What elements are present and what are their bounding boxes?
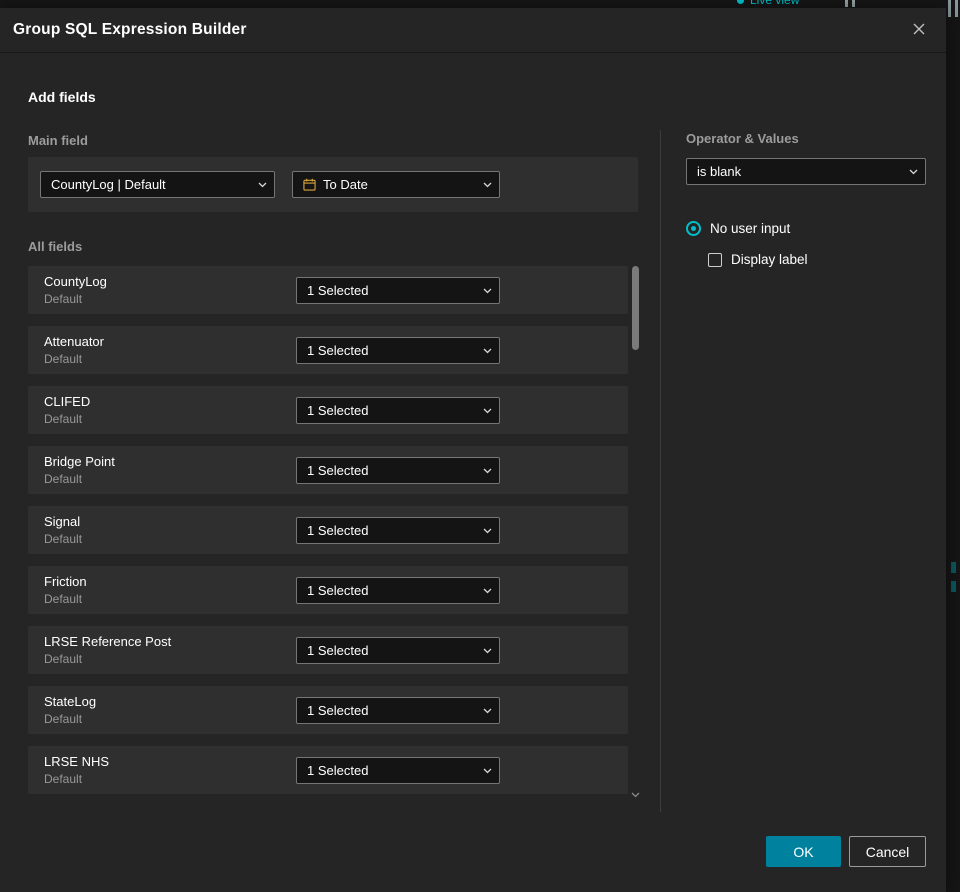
field-name: LRSE Reference Post — [44, 634, 172, 649]
field-values-select[interactable]: 1 Selected — [296, 397, 500, 424]
field-subtitle: Default — [44, 652, 83, 666]
scroll-down-icon[interactable] — [631, 792, 640, 798]
field-values-select[interactable]: 1 Selected — [296, 757, 500, 784]
chevron-down-icon — [483, 182, 492, 188]
chevron-down-icon — [483, 768, 492, 774]
field-values-select-value: 1 Selected — [307, 463, 369, 478]
operator-select[interactable]: is blank — [686, 158, 926, 185]
main-field-select-value: CountyLog | Default — [51, 177, 166, 192]
field-name: Attenuator — [44, 334, 104, 349]
field-row: LRSE Reference Post Default 1 Selected — [28, 626, 628, 674]
date-field-select-value: To Date — [323, 177, 368, 192]
field-subtitle: Default — [44, 712, 83, 726]
field-values-select[interactable]: 1 Selected — [296, 637, 500, 664]
field-row: CLIFED Default 1 Selected — [28, 386, 628, 434]
field-name: LRSE NHS — [44, 754, 110, 769]
column-divider — [660, 130, 661, 812]
field-subtitle: Default — [44, 292, 83, 306]
operator-select-value: is blank — [697, 164, 742, 179]
field-subtitle: Default — [44, 472, 83, 486]
field-name: Bridge Point — [44, 454, 115, 469]
field-values-select-value: 1 Selected — [307, 523, 369, 538]
background-fragment — [951, 562, 956, 573]
field-values-select[interactable]: 1 Selected — [296, 517, 500, 544]
field-values-select-value: 1 Selected — [307, 763, 369, 778]
field-values-select-value: 1 Selected — [307, 643, 369, 658]
field-row: StateLog Default 1 Selected — [28, 686, 628, 734]
field-row: CountyLog Default 1 Selected — [28, 266, 628, 314]
field-name: Signal — [44, 514, 81, 529]
field-name: StateLog — [44, 694, 97, 709]
field-subtitle: Default — [44, 352, 83, 366]
operator-values-label: Operator & Values — [686, 131, 799, 146]
all-fields-label: All fields — [28, 239, 83, 254]
chevron-down-icon — [483, 528, 492, 534]
list-scrollbar[interactable] — [631, 264, 640, 804]
field-row: Bridge Point Default 1 Selected — [28, 446, 628, 494]
pause-icon — [845, 0, 855, 7]
field-subtitle: Default — [44, 772, 83, 786]
display-label-checkbox[interactable]: Display label — [708, 252, 808, 267]
scrollbar-thumb[interactable] — [632, 266, 639, 350]
add-fields-title: Add fields — [28, 89, 96, 105]
chevron-down-icon — [483, 288, 492, 294]
chevron-down-icon — [483, 468, 492, 474]
main-field-label: Main field — [28, 133, 88, 148]
field-name: CountyLog — [44, 274, 107, 289]
radio-label: No user input — [710, 221, 791, 236]
field-row: Friction Default 1 Selected — [28, 566, 628, 614]
field-values-select-value: 1 Selected — [307, 583, 369, 598]
ok-button[interactable]: OK — [766, 836, 841, 867]
field-row: Signal Default 1 Selected — [28, 506, 628, 554]
field-values-select[interactable]: 1 Selected — [296, 577, 500, 604]
calendar-icon — [303, 178, 316, 191]
field-values-select-value: 1 Selected — [307, 403, 369, 418]
field-subtitle: Default — [44, 412, 83, 426]
chevron-down-icon — [483, 648, 492, 654]
checkbox-label: Display label — [731, 252, 808, 267]
chevron-down-icon — [483, 588, 492, 594]
background-fragment — [951, 581, 956, 592]
field-values-select[interactable]: 1 Selected — [296, 457, 500, 484]
field-values-select[interactable]: 1 Selected — [296, 697, 500, 724]
dialog-header: Group SQL Expression Builder — [0, 8, 946, 53]
chevron-down-icon — [483, 408, 492, 414]
live-view-label: Live view — [750, 0, 800, 7]
field-values-select[interactable]: 1 Selected — [296, 337, 500, 364]
live-view-indicator: Live view — [737, 0, 799, 7]
chevron-down-icon — [483, 348, 492, 354]
field-values-select-value: 1 Selected — [307, 343, 369, 358]
dialog-title: Group SQL Expression Builder — [13, 21, 247, 38]
field-subtitle: Default — [44, 532, 83, 546]
checkbox-unchecked-icon — [708, 252, 722, 267]
close-icon — [912, 22, 926, 39]
field-values-select-value: 1 Selected — [307, 703, 369, 718]
field-row: Attenuator Default 1 Selected — [28, 326, 628, 374]
main-field-select[interactable]: CountyLog | Default — [40, 171, 275, 198]
chevron-down-icon — [258, 182, 267, 188]
live-dot-icon — [737, 0, 744, 4]
main-field-panel: CountyLog | Default To Date — [28, 157, 638, 212]
background-top-strip: Live view — [0, 0, 960, 8]
chevron-down-icon — [483, 708, 492, 714]
field-name: CLIFED — [44, 394, 91, 409]
group-sql-expression-builder-dialog: Group SQL Expression Builder Add fields … — [0, 8, 946, 892]
chevron-down-icon — [909, 169, 918, 175]
field-row: LRSE NHS Default 1 Selected — [28, 746, 628, 794]
date-field-select[interactable]: To Date — [292, 171, 500, 198]
panel-toggle-icon — [948, 0, 958, 17]
field-values-select-value: 1 Selected — [307, 283, 369, 298]
field-subtitle: Default — [44, 592, 83, 606]
radio-selected-icon — [686, 221, 701, 236]
cancel-button[interactable]: Cancel — [849, 836, 926, 867]
close-button[interactable] — [908, 18, 930, 43]
no-user-input-radio[interactable]: No user input — [686, 221, 790, 236]
field-name: Friction — [44, 574, 87, 589]
field-values-select[interactable]: 1 Selected — [296, 277, 500, 304]
